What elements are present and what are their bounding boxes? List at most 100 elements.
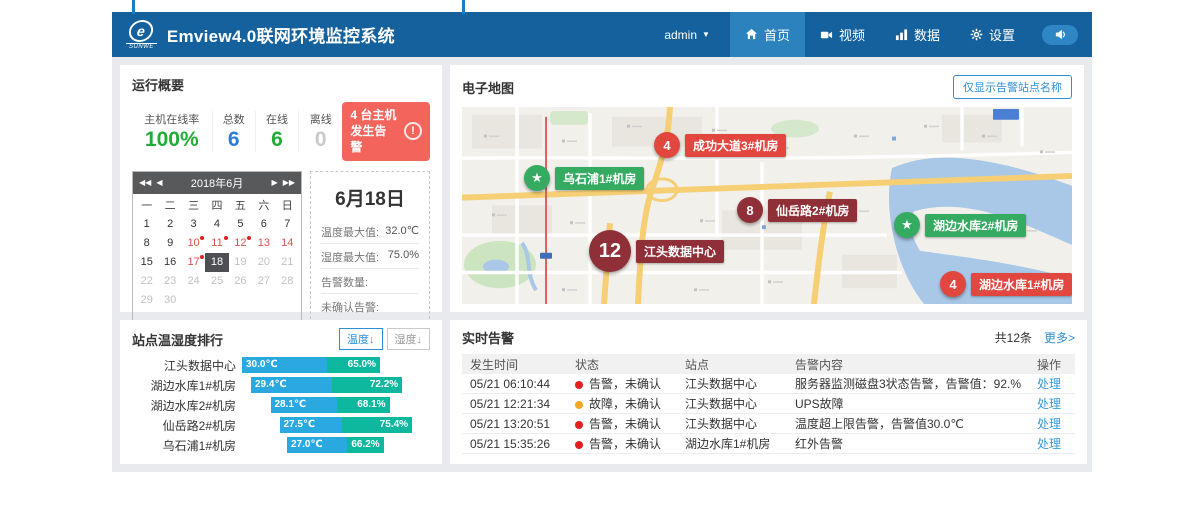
calendar-day[interactable]: 30: [158, 291, 181, 310]
station-name-label: 乌石浦1#机房: [555, 167, 644, 190]
host-alarm-line1: 4 台主机: [350, 107, 397, 123]
weekday-label: 四: [205, 197, 228, 215]
sort-button-湿度↓[interactable]: 湿度↓: [387, 328, 431, 350]
calendar-day[interactable]: 16: [158, 253, 181, 272]
calendar-day[interactable]: 6: [252, 215, 275, 234]
weekday-label: 二: [158, 197, 181, 215]
calendar-day[interactable]: 29: [135, 291, 158, 310]
calendar-day[interactable]: 19: [229, 253, 252, 272]
ranking-row: 湖边水库1#机房29.4℃72.2%: [132, 377, 430, 393]
prev-month-icon[interactable]: ◀: [156, 179, 162, 187]
map-marker-湖边水库1#机房[interactable]: 4湖边水库1#机房: [940, 271, 1072, 297]
calendar-day[interactable]: 9: [158, 234, 181, 253]
temperature-bar: 29.4℃: [251, 377, 332, 393]
next-year-icon[interactable]: ▶▶: [283, 179, 295, 187]
alert-status-text: 告警，未确认: [589, 417, 661, 431]
settings-icon: [970, 28, 983, 41]
ranking-row: 乌石浦1#机房27.0℃66.2%: [132, 437, 430, 453]
humidity-bar: 75.4%: [342, 417, 412, 433]
station-name-label: 江头数据中心: [636, 240, 724, 263]
map-marker-成功大道3#机房[interactable]: 4成功大道3#机房: [654, 132, 786, 158]
stat-value: 6: [258, 128, 296, 152]
map-panel: 电子地图 仅显示告警站点名称: [450, 65, 1084, 312]
calendar-day[interactable]: 3: [182, 215, 205, 234]
sound-button[interactable]: [1042, 25, 1078, 45]
stat-value: 100%: [134, 128, 210, 152]
ranking-title-text: 站点温湿度排行: [132, 330, 223, 349]
calendar-day[interactable]: 15: [135, 253, 158, 272]
host-alarm-line2: 发生告警: [350, 123, 397, 155]
calendar-day[interactable]: 4: [205, 215, 228, 234]
next-month-icon[interactable]: ▶: [272, 179, 278, 187]
calendar-day[interactable]: 21: [276, 253, 299, 272]
calendar-day[interactable]: 17: [182, 253, 205, 272]
calendar-day[interactable]: 24: [182, 272, 205, 291]
calendar-day[interactable]: 13: [252, 234, 275, 253]
home-icon: [745, 28, 758, 41]
nav-item-home[interactable]: 首页: [730, 12, 805, 57]
day-detail-row: 未确认告警:: [321, 294, 419, 319]
calendar-day[interactable]: 2: [158, 215, 181, 234]
calendar-day[interactable]: 27: [252, 272, 275, 291]
map-marker-仙岳路2#机房[interactable]: 8仙岳路2#机房: [737, 197, 857, 223]
map-marker-乌石浦1#机房[interactable]: ★乌石浦1#机房: [524, 165, 644, 191]
handle-link[interactable]: 处理: [1037, 397, 1061, 411]
station-alarm-count: 12: [589, 230, 631, 272]
calendar-day[interactable]: 11: [205, 234, 228, 253]
stat-value: 6: [215, 128, 253, 152]
nav-item-data[interactable]: 数据: [880, 12, 955, 57]
prev-year-icon[interactable]: ◀◀: [139, 179, 151, 187]
calendar-day[interactable]: 25: [205, 272, 228, 291]
nav-item-video[interactable]: 视频: [805, 12, 880, 57]
map-area[interactable]: 4成功大道3#机房 ★乌石浦1#机房 8仙岳路2#机房 12江头数据中心 ★湖边水库2#…: [462, 107, 1072, 304]
humidity-bar: 66.2%: [347, 437, 384, 453]
calendar-day[interactable]: 28: [276, 272, 299, 291]
calendar-day[interactable]: 5: [229, 215, 252, 234]
alert-row: 05/21 13:20:51告警，未确认江头数据中心温度超上限告警，告警值30.…: [462, 414, 1075, 434]
calendar-day[interactable]: 1: [135, 215, 158, 234]
alert-station: 江头数据中心: [677, 395, 787, 412]
alert-content: 服务器监测磁盘3状态告警，告警值：92.%: [787, 375, 1029, 392]
status-dot-icon: [575, 441, 583, 449]
calendar-day[interactable]: 12: [229, 234, 252, 253]
overview-title: 运行概要: [132, 75, 430, 94]
handle-link[interactable]: 处理: [1037, 377, 1061, 391]
calendar-day[interactable]: 7: [276, 215, 299, 234]
calendar-day[interactable]: 18: [205, 253, 228, 272]
alerts-more-link[interactable]: 更多>: [1044, 329, 1075, 346]
alert-time: 05/21 15:35:26: [462, 437, 567, 451]
calendar-day[interactable]: 8: [135, 234, 158, 253]
humidity-bar: 65.0%: [327, 357, 380, 373]
ranking-station-label: 湖边水库1#机房: [132, 377, 242, 394]
calendar-day[interactable]: 26: [229, 272, 252, 291]
ranking-sort-buttons: 温度↓湿度↓: [339, 328, 430, 350]
stat-主机在线率: 主机在线率100%: [132, 111, 213, 152]
calendar-day[interactable]: 14: [276, 234, 299, 253]
user-menu[interactable]: admin ▼: [664, 28, 710, 42]
handle-link[interactable]: 处理: [1037, 437, 1061, 451]
host-alarm-banner[interactable]: 4 台主机发生告警!: [342, 102, 430, 161]
alert-action-cell: 处理: [1029, 375, 1075, 392]
calendar-day[interactable]: 23: [158, 272, 181, 291]
handle-link[interactable]: 处理: [1037, 417, 1061, 431]
map-marker-江头数据中心[interactable]: 12江头数据中心: [589, 230, 724, 272]
main-nav: 首页视频数据设置: [730, 12, 1030, 57]
show-alarm-stations-button[interactable]: 仅显示告警站点名称: [953, 75, 1072, 99]
calendar-day[interactable]: 20: [252, 253, 275, 272]
alerts-panel: 实时告警 共12条 更多> 发生时间状态站点告警内容操作05/21 06:10:…: [450, 320, 1087, 464]
ranking-bars: 27.0℃66.2%: [242, 437, 430, 453]
sort-button-温度↓[interactable]: 温度↓: [339, 328, 383, 350]
alert-station: 江头数据中心: [677, 415, 787, 432]
selected-date-label: 6月18日: [321, 184, 419, 211]
ranking-title: 站点温湿度排行: [132, 330, 223, 349]
ranking-bars: 27.5℃75.4%: [242, 417, 430, 433]
nav-item-settings[interactable]: 设置: [955, 12, 1030, 57]
alerts-table-header: 发生时间状态站点告警内容操作: [462, 354, 1075, 374]
host-alarm-text: 4 台主机发生告警: [350, 107, 397, 156]
alert-status-text: 告警，未确认: [589, 437, 661, 451]
map-marker-湖边水库2#机房[interactable]: ★湖边水库2#机房: [894, 212, 1026, 238]
alert-status: 告警，未确认: [567, 435, 677, 452]
calendar-day[interactable]: 10: [182, 234, 205, 253]
calendar-day[interactable]: 22: [135, 272, 158, 291]
alert-status: 告警，未确认: [567, 415, 677, 432]
